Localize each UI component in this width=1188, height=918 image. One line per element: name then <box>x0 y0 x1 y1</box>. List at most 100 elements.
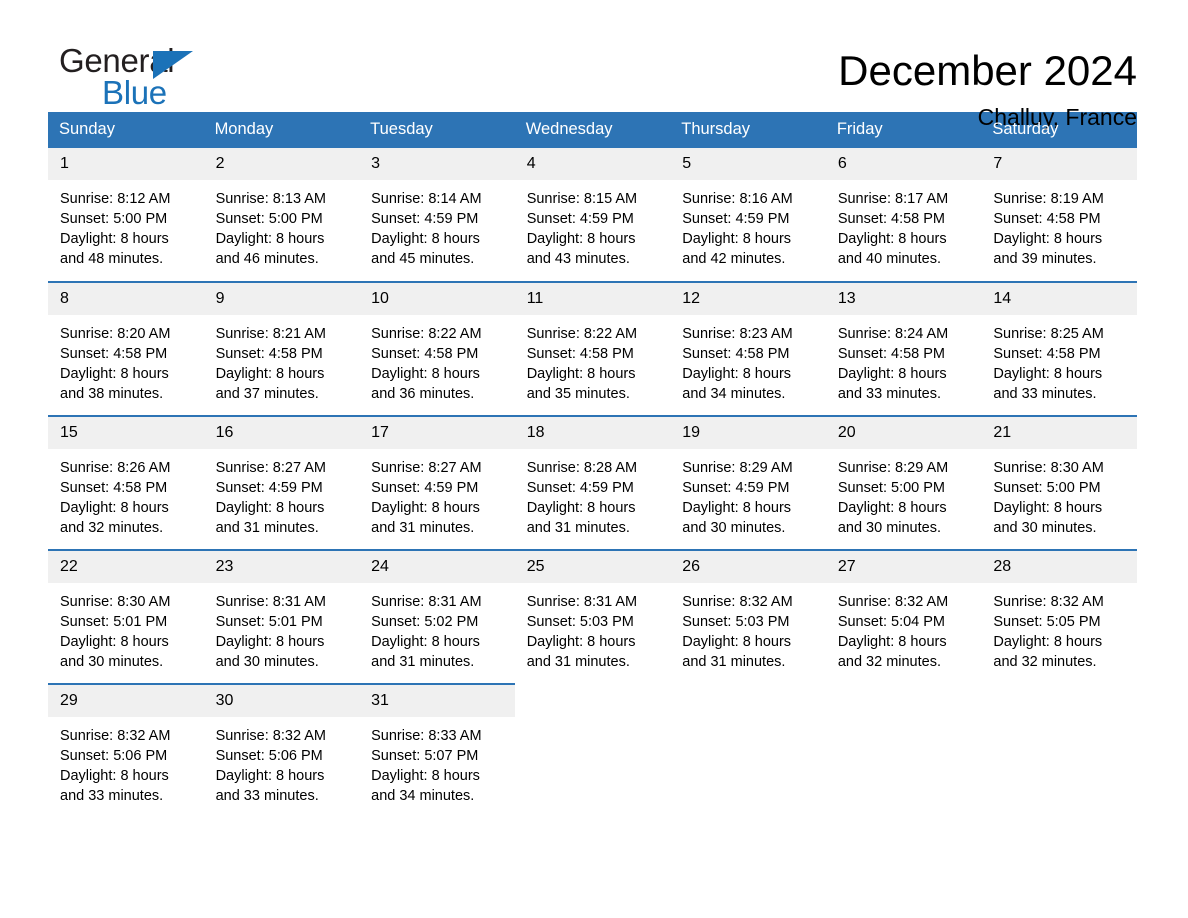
weekday-header-wednesday: Wednesday <box>514 112 671 148</box>
sunrise-time: Sunrise: 8:31 AM <box>526 594 638 610</box>
day-details: Sunrise: 8:13 AM Sunset: 5:00 PM Daylight:… <box>204 180 360 269</box>
day-details <box>515 717 671 726</box>
calendar-day-cell[interactable]: 24 Sunrise: 8:31 AM Sunset: 5:02 PM Dayligh… <box>359 549 515 684</box>
daylight-duration-line1: Daylight: 8 hours <box>837 634 947 650</box>
calendar-day-cell[interactable]: 29 Sunrise: 8:32 AM Sunset: 5:06 PM Dayligh… <box>48 683 204 818</box>
sunset-time: Sunset: 5:07 PM <box>371 748 479 764</box>
day-cell-inner: 13 Sunrise: 8:24 AM Sunset: 4:58 PM Dayligh… <box>825 283 982 415</box>
calendar-day-cell[interactable]: 12 Sunrise: 8:23 AM Sunset: 4:58 PM Dayligh… <box>670 281 826 416</box>
calendar-day-cell[interactable]: 23 Sunrise: 8:31 AM Sunset: 5:01 PM Dayligh… <box>203 549 360 684</box>
calendar-day-cell[interactable]: 13 Sunrise: 8:24 AM Sunset: 4:58 PM Dayligh… <box>825 281 982 416</box>
day-details: Sunrise: 8:12 AM Sunset: 5:00 PM Daylight:… <box>48 180 204 269</box>
daylight-duration-line2: and 30 minutes. <box>837 520 941 536</box>
day-number: 16 <box>203 417 360 449</box>
calendar-page: General Blue December 2024 Challuy, Fran… <box>0 0 1188 918</box>
calendar-day-cell[interactable]: 26 Sunrise: 8:32 AM Sunset: 5:03 PM Dayligh… <box>670 549 826 684</box>
general-blue-logo[interactable]: General Blue <box>59 44 207 112</box>
sunset-time: Sunset: 4:58 PM <box>837 346 946 362</box>
day-cell-inner: 4 Sunrise: 8:15 AM Sunset: 4:59 PM Daylight… <box>514 148 671 281</box>
day-number: 8 <box>48 283 204 315</box>
sunset-time: Sunset: 4:58 PM <box>215 346 323 362</box>
sunrise-time: Sunrise: 8:25 AM <box>993 326 1104 342</box>
daylight-duration-line1: Daylight: 8 hours <box>993 634 1103 650</box>
calendar-day-cell[interactable]: 4 Sunrise: 8:15 AM Sunset: 4:59 PM Daylight… <box>514 148 671 282</box>
weekday-header-monday: Monday <box>203 112 360 148</box>
sunset-time: Sunset: 4:58 PM <box>993 346 1101 362</box>
day-details: Sunrise: 8:30 AM Sunset: 5:01 PM Daylight:… <box>48 583 204 672</box>
sunrise-time: Sunrise: 8:32 AM <box>215 728 326 744</box>
calendar-day-cell[interactable]: 18 Sunrise: 8:28 AM Sunset: 4:59 PM Dayligh… <box>514 415 671 550</box>
calendar-day-cell[interactable]: 3 Sunrise: 8:14 AM Sunset: 4:59 PM Daylight… <box>359 148 515 282</box>
day-number: 29 <box>48 685 204 717</box>
day-number <box>515 685 671 717</box>
calendar-day-cell[interactable]: 1 Sunrise: 8:12 AM Sunset: 5:00 PM Daylight… <box>48 148 204 282</box>
calendar-day-cell[interactable]: 8 Sunrise: 8:20 AM Sunset: 4:58 PM Daylight… <box>48 281 204 416</box>
sunrise-time: Sunrise: 8:33 AM <box>371 728 482 744</box>
title-block: December 2024 Challuy, France <box>838 44 1137 132</box>
day-number: 3 <box>359 148 515 180</box>
sunset-time: Sunset: 5:00 PM <box>60 211 168 227</box>
sunrise-time: Sunrise: 8:32 AM <box>60 728 171 744</box>
calendar-day-cell[interactable]: 10 Sunrise: 8:22 AM Sunset: 4:58 PM Dayligh… <box>359 281 515 416</box>
sunrise-time: Sunrise: 8:27 AM <box>371 460 482 476</box>
daylight-duration-line1: Daylight: 8 hours <box>215 500 325 516</box>
daylight-duration-line2: and 33 minutes. <box>215 788 319 804</box>
day-cell-inner: 29 Sunrise: 8:32 AM Sunset: 5:06 PM Dayligh… <box>48 685 204 818</box>
day-number: 24 <box>359 551 515 583</box>
day-details: Sunrise: 8:32 AM Sunset: 5:05 PM Daylight:… <box>981 583 1137 672</box>
calendar-day-cell[interactable]: 21 Sunrise: 8:30 AM Sunset: 5:00 PM Dayligh… <box>981 415 1137 550</box>
calendar-week-row: 1 Sunrise: 8:12 AM Sunset: 5:00 PM Daylight… <box>48 148 1137 282</box>
day-details: Sunrise: 8:15 AM Sunset: 4:59 PM Daylight:… <box>515 180 671 269</box>
calendar-day-cell[interactable]: 6 Sunrise: 8:17 AM Sunset: 4:58 PM Daylight… <box>825 148 982 282</box>
daylight-duration-line2: and 32 minutes. <box>60 520 164 536</box>
daylight-duration-line2: and 33 minutes. <box>837 386 941 402</box>
day-cell-inner: 12 Sunrise: 8:23 AM Sunset: 4:58 PM Dayligh… <box>670 283 826 415</box>
calendar-day-cell[interactable]: 5 Sunrise: 8:16 AM Sunset: 4:59 PM Daylight… <box>670 148 826 282</box>
day-cell-inner: 15 Sunrise: 8:26 AM Sunset: 4:58 PM Dayligh… <box>48 417 204 549</box>
daylight-duration-line2: and 46 minutes. <box>215 251 319 267</box>
day-cell-inner: 3 Sunrise: 8:14 AM Sunset: 4:59 PM Daylight… <box>359 148 515 281</box>
day-cell-inner <box>670 685 826 818</box>
calendar-day-cell[interactable]: 20 Sunrise: 8:29 AM Sunset: 5:00 PM Dayligh… <box>825 415 982 550</box>
day-cell-inner: 19 Sunrise: 8:29 AM Sunset: 4:59 PM Dayligh… <box>670 417 826 549</box>
day-details: Sunrise: 8:31 AM Sunset: 5:01 PM Daylight:… <box>204 583 360 672</box>
calendar-day-cell[interactable]: 2 Sunrise: 8:13 AM Sunset: 5:00 PM Daylight… <box>203 148 360 282</box>
day-number: 13 <box>825 283 982 315</box>
calendar-day-cell[interactable]: 28 Sunrise: 8:32 AM Sunset: 5:05 PM Dayligh… <box>981 549 1137 684</box>
calendar-day-cell[interactable]: 17 Sunrise: 8:27 AM Sunset: 4:59 PM Dayligh… <box>359 415 515 550</box>
calendar-day-cell[interactable]: 15 Sunrise: 8:26 AM Sunset: 4:58 PM Dayligh… <box>48 415 204 550</box>
calendar-day-cell[interactable]: 31 Sunrise: 8:33 AM Sunset: 5:07 PM Dayligh… <box>359 683 515 818</box>
sunrise-time: Sunrise: 8:26 AM <box>60 460 171 476</box>
daylight-duration-line1: Daylight: 8 hours <box>837 366 947 382</box>
calendar-day-cell[interactable]: 30 Sunrise: 8:32 AM Sunset: 5:06 PM Dayligh… <box>203 683 360 818</box>
daylight-duration-line2: and 38 minutes. <box>60 386 164 402</box>
calendar-day-cell[interactable]: 9 Sunrise: 8:21 AM Sunset: 4:58 PM Daylight… <box>203 281 360 416</box>
day-number: 2 <box>203 148 360 180</box>
day-details: Sunrise: 8:29 AM Sunset: 4:59 PM Daylight:… <box>670 449 826 538</box>
calendar-day-cell-empty <box>670 684 826 818</box>
calendar-day-cell[interactable]: 27 Sunrise: 8:32 AM Sunset: 5:04 PM Dayligh… <box>825 549 982 684</box>
calendar-day-cell[interactable]: 22 Sunrise: 8:30 AM Sunset: 5:01 PM Dayligh… <box>48 549 204 684</box>
daylight-duration-line1: Daylight: 8 hours <box>837 231 947 247</box>
calendar-day-cell[interactable]: 11 Sunrise: 8:22 AM Sunset: 4:58 PM Dayligh… <box>514 281 671 416</box>
calendar-day-cell[interactable]: 25 Sunrise: 8:31 AM Sunset: 5:03 PM Dayligh… <box>514 549 671 684</box>
day-number: 7 <box>981 148 1137 180</box>
calendar-day-cell[interactable]: 7 Sunrise: 8:19 AM Sunset: 4:58 PM Daylight… <box>981 148 1137 282</box>
daylight-duration-line1: Daylight: 8 hours <box>837 500 947 516</box>
calendar-day-cell[interactable]: 19 Sunrise: 8:29 AM Sunset: 4:59 PM Dayligh… <box>670 415 826 550</box>
day-details: Sunrise: 8:21 AM Sunset: 4:58 PM Daylight:… <box>204 315 360 404</box>
weekday-header-thursday: Thursday <box>670 112 826 148</box>
day-cell-inner: 10 Sunrise: 8:22 AM Sunset: 4:58 PM Dayligh… <box>359 283 515 415</box>
daylight-duration-line2: and 31 minutes. <box>215 520 319 536</box>
calendar-day-cell[interactable]: 16 Sunrise: 8:27 AM Sunset: 4:59 PM Dayligh… <box>203 415 360 550</box>
day-cell-inner: 28 Sunrise: 8:32 AM Sunset: 5:05 PM Dayligh… <box>981 551 1137 683</box>
day-number: 5 <box>670 148 826 180</box>
day-cell-inner: 9 Sunrise: 8:21 AM Sunset: 4:58 PM Daylight… <box>203 283 360 415</box>
daylight-duration-line1: Daylight: 8 hours <box>371 500 480 516</box>
daylight-duration-line2: and 39 minutes. <box>993 251 1097 267</box>
sunset-time: Sunset: 4:59 PM <box>526 211 634 227</box>
day-cell-inner <box>826 685 982 818</box>
day-cell-inner: 5 Sunrise: 8:16 AM Sunset: 4:59 PM Daylight… <box>670 148 826 281</box>
day-details: Sunrise: 8:22 AM Sunset: 4:58 PM Daylight:… <box>359 315 515 404</box>
calendar-day-cell[interactable]: 14 Sunrise: 8:25 AM Sunset: 4:58 PM Dayligh… <box>981 281 1137 416</box>
